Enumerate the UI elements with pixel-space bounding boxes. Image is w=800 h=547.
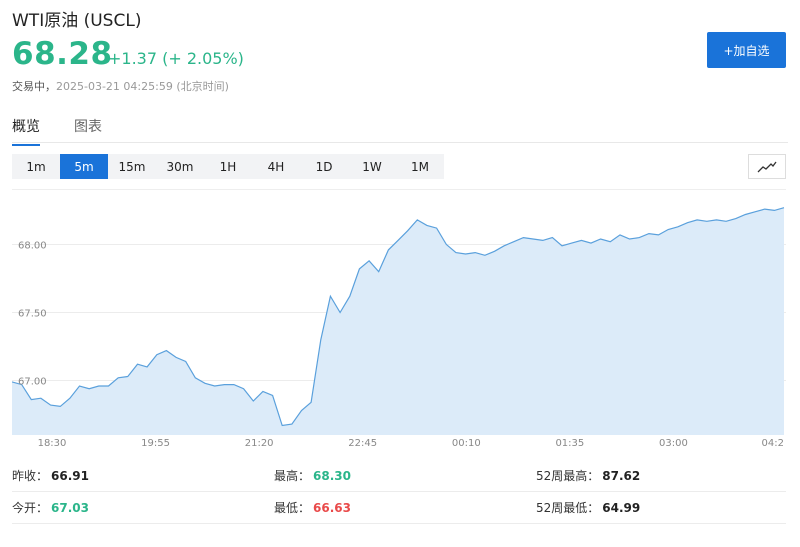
- stats-panel: 昨收： 66.91 最高： 68.30 52周最高： 87.62 今开： 67.03 最…: [12, 460, 786, 524]
- open-stat: 今开： 67.03: [12, 499, 274, 516]
- stat-value: 66.63: [313, 500, 351, 515]
- 52w-high-stat: 52周最高： 87.62: [536, 467, 786, 484]
- stat-value: 64.99: [602, 500, 641, 515]
- prev-close-stat: 昨收： 66.91: [12, 467, 274, 484]
- stat-label: 今开：: [12, 501, 49, 515]
- market-status: 交易中，2025-03-21 04:25:59 (北京时间): [12, 78, 229, 94]
- chart-type-button[interactable]: [748, 154, 786, 179]
- stat-label: 最高：: [274, 469, 311, 483]
- low-stat: 最低： 66.63: [274, 499, 536, 516]
- stat-label: 昨收：: [12, 469, 49, 483]
- y-tick-label: 67.50: [18, 309, 47, 320]
- high-stat: 最高： 68.30: [274, 467, 536, 484]
- stat-value: 67.03: [51, 500, 89, 515]
- x-tick-label: 01:35: [555, 438, 584, 449]
- x-tick-label: 00:10: [452, 438, 481, 449]
- x-tick-label: 22:45: [348, 438, 377, 449]
- range-1h-button[interactable]: 1H: [204, 154, 252, 179]
- range-4h-button[interactable]: 4H: [252, 154, 300, 179]
- timeframe-selector: 1m 5m 15m 30m 1H 4H 1D 1W 1M: [12, 154, 444, 179]
- 52w-low-stat: 52周最低： 64.99: [536, 499, 786, 516]
- range-1m-button[interactable]: 1m: [12, 154, 60, 179]
- stat-label: 52周最低：: [536, 501, 600, 515]
- stat-label: 最低：: [274, 501, 311, 515]
- range-1mo-button[interactable]: 1M: [396, 154, 444, 179]
- price-chart[interactable]: 67.00 67.50 68.00 18:30 19:55 21:20 22:45 00:10…: [11, 189, 786, 451]
- x-tick-label: 19:55: [141, 438, 170, 449]
- stat-value: 68.30: [313, 468, 351, 483]
- x-tick-label: 03:00: [659, 438, 688, 449]
- range-5m-button[interactable]: 5m: [60, 154, 108, 179]
- y-tick-label: 68.00: [18, 240, 47, 251]
- range-30m-button[interactable]: 30m: [156, 154, 204, 179]
- instrument-title: WTI原油 (USCL): [12, 11, 142, 31]
- stat-label: 52周最高：: [536, 469, 600, 483]
- range-1w-button[interactable]: 1W: [348, 154, 396, 179]
- stats-row: 昨收： 66.91 最高： 68.30 52周最高： 87.62: [12, 460, 786, 492]
- price-change: +1.37 (+ 2.05%): [108, 49, 244, 68]
- current-price: 68.28: [12, 36, 113, 72]
- price-chart-svg: 67.00 67.50 68.00 18:30 19:55 21:20 22:45 00:10…: [11, 207, 786, 449]
- price-area: [12, 207, 784, 435]
- x-tick-label: 18:30: [38, 438, 67, 449]
- stat-value: 87.62: [602, 468, 641, 483]
- range-1d-button[interactable]: 1D: [300, 154, 348, 179]
- x-tick-label: 21:20: [245, 438, 274, 449]
- quote-timestamp: 2025-03-21 04:25:59 (北京时间): [56, 80, 229, 93]
- stat-value: 66.91: [51, 468, 89, 483]
- trading-status-label: 交易中，: [12, 80, 56, 93]
- tabs-divider: [12, 142, 788, 143]
- x-tick-label: 04:2: [762, 438, 784, 449]
- line-chart-icon: [757, 161, 777, 172]
- add-to-watchlist-button[interactable]: +加自选: [707, 32, 786, 68]
- stats-row: 今开： 67.03 最低： 66.63 52周最低： 64.99: [12, 492, 786, 524]
- y-tick-label: 67.00: [18, 377, 47, 388]
- range-15m-button[interactable]: 15m: [108, 154, 156, 179]
